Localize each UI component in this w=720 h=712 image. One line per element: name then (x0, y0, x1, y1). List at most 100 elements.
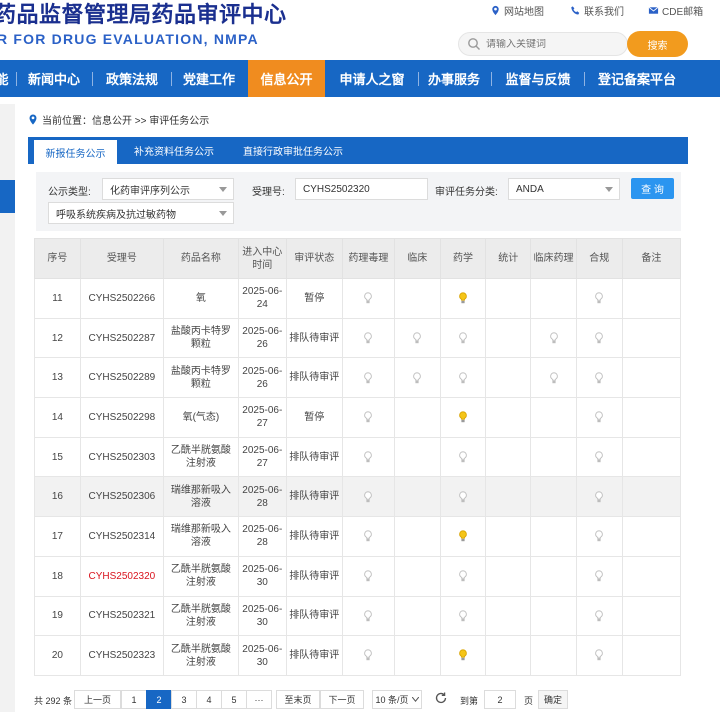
lightbulb-off-icon (364, 610, 373, 621)
page-button[interactable]: 3 (171, 690, 197, 709)
nav-divider (171, 72, 172, 86)
nav-item-applicant[interactable]: 申请人之窗 (330, 60, 414, 97)
prev-page-button[interactable]: 上一页 (74, 690, 121, 709)
cell-pharmacology (341, 555, 395, 597)
cell-status: 排队待审评 (285, 436, 343, 478)
cell-no: 13 (34, 357, 81, 399)
type-label: 公示类型: (48, 187, 91, 198)
page-button[interactable]: 1 (121, 690, 147, 709)
cell-clinical-pharmacology (530, 476, 577, 518)
cell-pharmacy (439, 317, 487, 359)
cell-pharmacy (439, 397, 487, 438)
goto-label: 到第 (460, 696, 479, 706)
query-button[interactable]: 查 询 (631, 178, 674, 199)
cell-clinical-pharmacology (530, 397, 577, 438)
cell-drug-name: 瑞维那新吸入溶液 (162, 516, 239, 557)
nav-item-services[interactable]: 办事服务 (422, 60, 486, 97)
nav-item-partial[interactable]: 能 (0, 60, 10, 97)
disease-select-value: 呼吸系统疾病及抗过敏药物 (56, 209, 176, 221)
next-page-button[interactable]: 下一页 (320, 690, 364, 709)
nav-item-news[interactable]: 新闻中心 (20, 60, 88, 97)
confirm-goto-button[interactable]: 确定 (538, 690, 568, 709)
cell-remarks (621, 595, 682, 637)
main-nav: 能 新闻中心 政策法规 党建工作 信息公开 申请人之窗 办事服务 监督与反馈 登… (0, 60, 720, 97)
cell-entry-date: 2025-06-28 (237, 476, 287, 518)
nav-item-party[interactable]: 党建工作 (174, 60, 244, 97)
cell-drug-name: 乙酰半胱氨酸注射液 (162, 635, 239, 676)
cell-pharmacology (341, 357, 395, 399)
cell-entry-date-text: 2025-06-27 (242, 445, 283, 470)
goto-page-input[interactable]: 2 (484, 690, 516, 709)
cell-accept-number-text[interactable]: CYHS2502266 (89, 293, 156, 304)
nav-item-policy[interactable]: 政策法规 (96, 60, 168, 97)
cell-no: 14 (34, 397, 81, 438)
nav-item-supervision[interactable]: 监督与反馈 (496, 60, 580, 97)
cell-entry-date: 2025-06-26 (237, 357, 287, 399)
tab-supplement-tasks[interactable]: 补充资料任务公示 (124, 137, 224, 164)
category-select[interactable]: ANDA (508, 178, 620, 200)
nav-item-registration[interactable]: 登记备案平台 (588, 60, 686, 97)
tab-direct-approval-tasks[interactable]: 直接行政审批任务公示 (233, 137, 353, 164)
table-row: 13 CYHS2502289 盐酸丙卡特罗颗粒 2025-06-26 排队待审评 (34, 357, 682, 399)
last-page-button[interactable]: 至末页 (276, 690, 320, 709)
lightbulb-off-icon (595, 570, 604, 582)
cell-entry-date-text: 2025-06-26 (242, 365, 283, 390)
lightbulb-on-icon (459, 530, 467, 542)
cell-accept-number: CYHS2502287 (79, 317, 164, 359)
nav-divider (418, 72, 419, 86)
cell-accept-number: CYHS2502289 (79, 357, 164, 399)
cell-status-text: 排队待审评 (289, 451, 340, 463)
left-sidebar-active-item[interactable] (0, 180, 15, 213)
cell-entry-date: 2025-06-27 (237, 397, 287, 438)
phone-icon (571, 6, 580, 15)
cell-clinical-pharmacology (530, 317, 577, 359)
mail-link[interactable]: CDE邮箱 (648, 3, 703, 18)
page-button[interactable]: 4 (196, 690, 222, 709)
tab-new-tasks[interactable]: 新报任务公示 (34, 137, 117, 164)
cell-accept-number: CYHS2502314 (79, 516, 164, 557)
nav-item-info-public[interactable]: 信息公开 (248, 60, 325, 97)
page-ellipsis[interactable]: ··· (246, 690, 272, 709)
disease-select[interactable]: 呼吸系统疾病及抗过敏药物 (48, 202, 234, 224)
cell-no: 18 (34, 555, 81, 597)
search-input[interactable] (486, 38, 606, 50)
page-button-current[interactable]: 2 (146, 690, 172, 709)
cell-accept-number-text[interactable]: CYHS2502314 (89, 531, 156, 542)
contact-link[interactable]: 联系我们 (570, 3, 624, 18)
cell-no: 11 (34, 278, 81, 319)
refresh-icon[interactable] (434, 691, 448, 705)
accept-number-input[interactable]: CYHS2502320 (295, 178, 428, 200)
cell-accept-number-text[interactable]: CYHS2502289 (89, 372, 156, 383)
cell-accept-number-text[interactable]: CYHS2502287 (89, 333, 156, 344)
cell-accept-number-text[interactable]: CYHS2502306 (89, 491, 156, 502)
cell-drug-name: 瑞维那新吸入溶液 (162, 476, 239, 518)
type-select[interactable]: 化药审评序列公示 (102, 178, 234, 200)
table-row: 15 CYHS2502303 乙酰半胱氨酸注射液 2025-06-27 排队待审评 (34, 436, 682, 478)
cell-accept-number-text[interactable]: CYHS2502323 (89, 650, 156, 661)
cell-statistics (485, 635, 532, 676)
cell-accept-number-text[interactable]: CYHS2502321 (89, 610, 156, 621)
page-size-value: 10 条/页 (375, 695, 409, 705)
sitemap-link[interactable]: 网站地图 (490, 3, 544, 18)
cell-accept-number-text[interactable]: CYHS2502303 (89, 452, 156, 463)
cell-accept-number-text[interactable]: CYHS2502298 (89, 412, 156, 423)
chevron-down-icon (411, 697, 419, 702)
chevron-down-icon (219, 211, 227, 216)
cell-pharmacy (439, 555, 487, 597)
cell-status: 暂停 (285, 397, 343, 438)
cell-remarks (621, 436, 682, 478)
chevron-down-icon (219, 187, 227, 192)
cell-clinical (393, 476, 441, 518)
cell-compliance (575, 436, 623, 478)
cell-accept-number-text[interactable]: CYHS2502320 (89, 571, 156, 582)
cell-status: 排队待审评 (285, 516, 343, 557)
page-size-select[interactable]: 10 条/页 (372, 690, 422, 709)
cell-status: 排队待审评 (285, 357, 343, 399)
cell-entry-date-text: 2025-06-24 (242, 286, 283, 311)
page-button[interactable]: 5 (221, 690, 247, 709)
cell-status: 排队待审评 (285, 317, 343, 359)
cell-clinical (393, 278, 441, 319)
nav-divider (584, 72, 585, 86)
search-button[interactable]: 搜索 (627, 31, 688, 57)
breadcrumb-path[interactable]: 信息公开 >> 审评任务公示 (92, 112, 209, 127)
